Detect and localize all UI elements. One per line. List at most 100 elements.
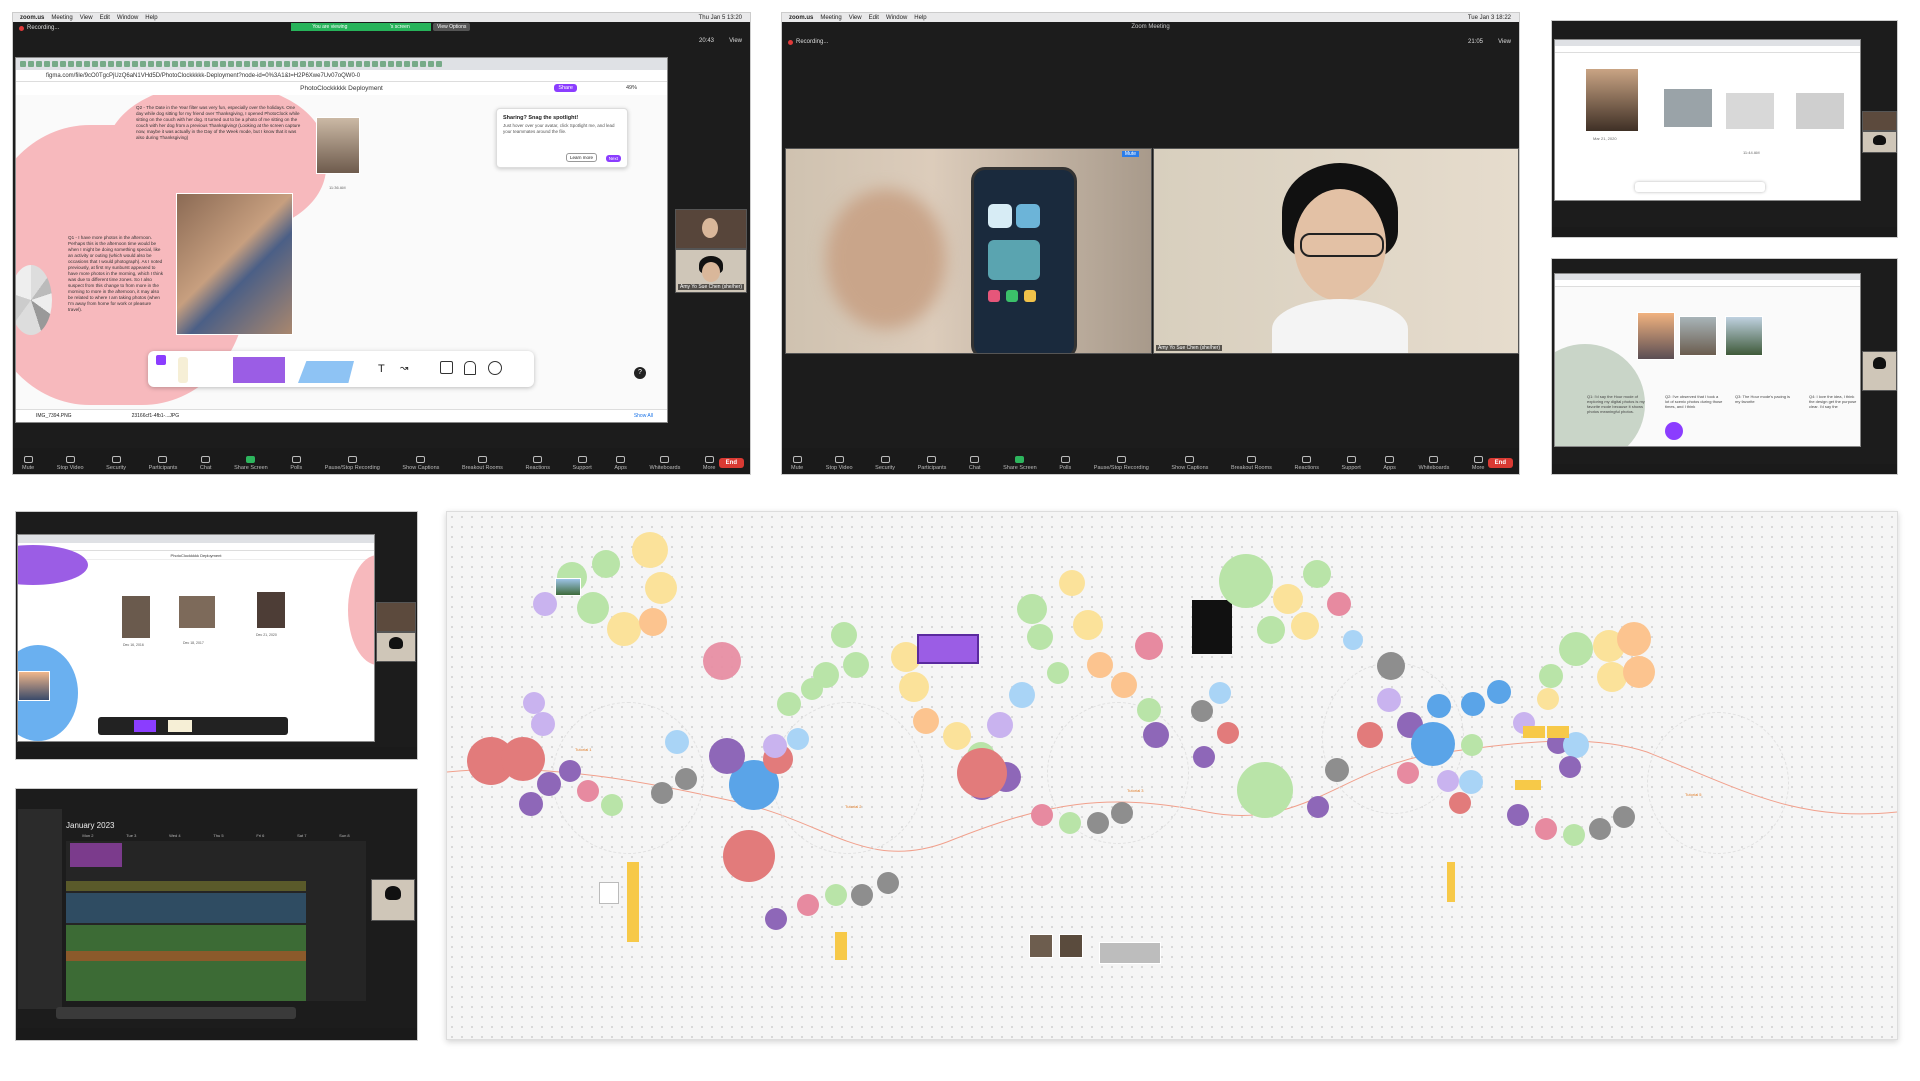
- sticky-circle[interactable]: [1027, 624, 1053, 650]
- sticky-circle[interactable]: [1325, 758, 1349, 782]
- day-header[interactable]: Mon 2: [82, 833, 93, 838]
- sticky-circle[interactable]: [1111, 672, 1137, 698]
- sticky-circle[interactable]: [1377, 652, 1405, 680]
- widgets-icon[interactable]: [488, 361, 502, 375]
- zoom-control-help[interactable]: Support: [1342, 456, 1361, 474]
- zoom-control-rooms[interactable]: Breakout Rooms: [462, 456, 503, 474]
- day-header[interactable]: Thu 5: [213, 833, 223, 838]
- sticky-circle[interactable]: [1191, 700, 1213, 722]
- sticky-note[interactable]: [1515, 780, 1541, 790]
- zoom-control-mic[interactable]: Mute: [22, 456, 34, 474]
- sticky-circle[interactable]: [639, 608, 667, 636]
- video-tile-phone[interactable]: Mute: [785, 148, 1152, 354]
- menu-app[interactable]: zoom.us: [789, 15, 813, 21]
- sticky-circle[interactable]: [787, 728, 809, 750]
- zoom-control-rec[interactable]: Pause/Stop Recording: [325, 456, 380, 474]
- sticky-circle[interactable]: [1031, 804, 1053, 826]
- calendar-grid[interactable]: [66, 841, 366, 1001]
- sticky-circle[interactable]: [877, 872, 899, 894]
- zoom-control-help[interactable]: Support: [573, 456, 592, 474]
- sticky-circle[interactable]: [1209, 682, 1231, 704]
- menu-window[interactable]: Window: [117, 15, 138, 21]
- sticky-circle[interactable]: [825, 884, 847, 906]
- mute-tag[interactable]: Mute: [1121, 151, 1139, 157]
- day-header[interactable]: Sat 7: [297, 833, 306, 838]
- sticky-circle[interactable]: [843, 652, 869, 678]
- sticky-circle[interactable]: [592, 550, 620, 578]
- sticky-circle[interactable]: [665, 730, 689, 754]
- sticky-circle[interactable]: [577, 780, 599, 802]
- sticky-circle[interactable]: [1427, 694, 1451, 718]
- popup-next[interactable]: Next: [605, 155, 621, 162]
- menu-meeting[interactable]: Meeting: [51, 15, 72, 21]
- recording-indicator[interactable]: Recording...: [19, 25, 59, 31]
- sticky-circle[interactable]: [1059, 570, 1085, 596]
- sticky-circle[interactable]: [1559, 632, 1593, 666]
- participant-tile-amy[interactable]: Amy Yo Sue Chen (she/her): [675, 249, 747, 293]
- sticky-circle[interactable]: [763, 734, 787, 758]
- zoom-percent[interactable]: 49%: [626, 85, 637, 91]
- sticky-circle[interactable]: [1257, 616, 1285, 644]
- end-button[interactable]: End: [718, 458, 744, 468]
- sticky-circle[interactable]: [601, 794, 623, 816]
- sticky-circle[interactable]: [1507, 804, 1529, 826]
- zoom-control-board[interactable]: Whiteboards: [1418, 456, 1449, 474]
- menu-help[interactable]: Help: [145, 15, 157, 21]
- browser-tabs[interactable]: [16, 58, 667, 70]
- sticky-circle[interactable]: [537, 772, 561, 796]
- show-all-downloads[interactable]: Show All: [634, 413, 653, 419]
- sticky-circle[interactable]: [813, 662, 839, 688]
- sticky-circle[interactable]: [519, 792, 543, 816]
- sticky-circle[interactable]: [1217, 722, 1239, 744]
- share-button[interactable]: Share: [554, 84, 577, 92]
- sticky-circle[interactable]: [1087, 812, 1109, 834]
- sticky-circle[interactable]: [899, 672, 929, 702]
- sticky-circle[interactable]: [831, 622, 857, 648]
- stamp-tool-icon[interactable]: [464, 361, 476, 375]
- zoom-control-rooms[interactable]: Breakout Rooms: [1231, 456, 1272, 474]
- sticky-note[interactable]: [835, 932, 847, 960]
- zoom-control-shield[interactable]: Security: [875, 456, 895, 474]
- zoom-control-shield[interactable]: Security: [106, 456, 126, 474]
- sticky-circle[interactable]: [765, 908, 787, 930]
- menu-meeting[interactable]: Meeting: [820, 15, 841, 21]
- zoom-control-more[interactable]: More: [1472, 456, 1484, 474]
- sticky-circle[interactable]: [1219, 554, 1273, 608]
- zoom-control-apps[interactable]: Apps: [1383, 456, 1396, 474]
- end-button[interactable]: End: [1487, 458, 1513, 468]
- sticky-circle[interactable]: [1397, 762, 1419, 784]
- url-bar[interactable]: figma.com/file/9cO0TgcPjUzQ6aN1VHd5D/Pho…: [16, 70, 667, 82]
- sticky-purple[interactable]: [233, 357, 285, 383]
- file-title[interactable]: PhotoClockkkkk Deployment: [300, 85, 383, 92]
- zoom-control-polls[interactable]: Polls: [1059, 456, 1071, 474]
- sticky-circle[interactable]: [1343, 630, 1363, 650]
- view-options-button[interactable]: View Options: [433, 23, 471, 31]
- sticky-note[interactable]: [1547, 726, 1569, 738]
- sticky-circle[interactable]: [1137, 698, 1161, 722]
- zoom-control-people[interactable]: Participants: [149, 456, 177, 474]
- sticky-circle[interactable]: [957, 748, 1007, 798]
- sticky-note-strip[interactable]: [1447, 862, 1455, 902]
- sticky-circle[interactable]: [577, 592, 609, 624]
- view-button[interactable]: View: [1498, 39, 1511, 45]
- sticky-circle[interactable]: [1449, 792, 1471, 814]
- figjam-affinity-board[interactable]: Tutorial 1 Tutorial 2 Tutorial 3 Tutoria…: [446, 511, 1898, 1040]
- view-button[interactable]: View: [729, 38, 742, 44]
- participant-tile-amy[interactable]: [371, 879, 415, 921]
- zoom-control-cc[interactable]: Show Captions: [402, 456, 439, 474]
- sticky-circle[interactable]: [797, 894, 819, 916]
- sticky-circle[interactable]: [1623, 656, 1655, 688]
- day-header[interactable]: Tue 3: [126, 833, 136, 838]
- sticky-circle[interactable]: [1539, 664, 1563, 688]
- sticky-circle[interactable]: [1437, 770, 1459, 792]
- sticky-circle[interactable]: [675, 768, 697, 790]
- sticky-circle[interactable]: [1059, 812, 1081, 834]
- sticky-circle[interactable]: [1273, 584, 1303, 614]
- day-header[interactable]: Sun 8: [339, 833, 349, 838]
- menu-view[interactable]: View: [849, 15, 862, 21]
- sticky-circle[interactable]: [703, 642, 741, 680]
- participant-tile-1[interactable]: [376, 602, 416, 632]
- participant-tile-1[interactable]: [675, 209, 747, 249]
- sticky-circle[interactable]: [1537, 688, 1559, 710]
- sticky-circle[interactable]: [1291, 612, 1319, 640]
